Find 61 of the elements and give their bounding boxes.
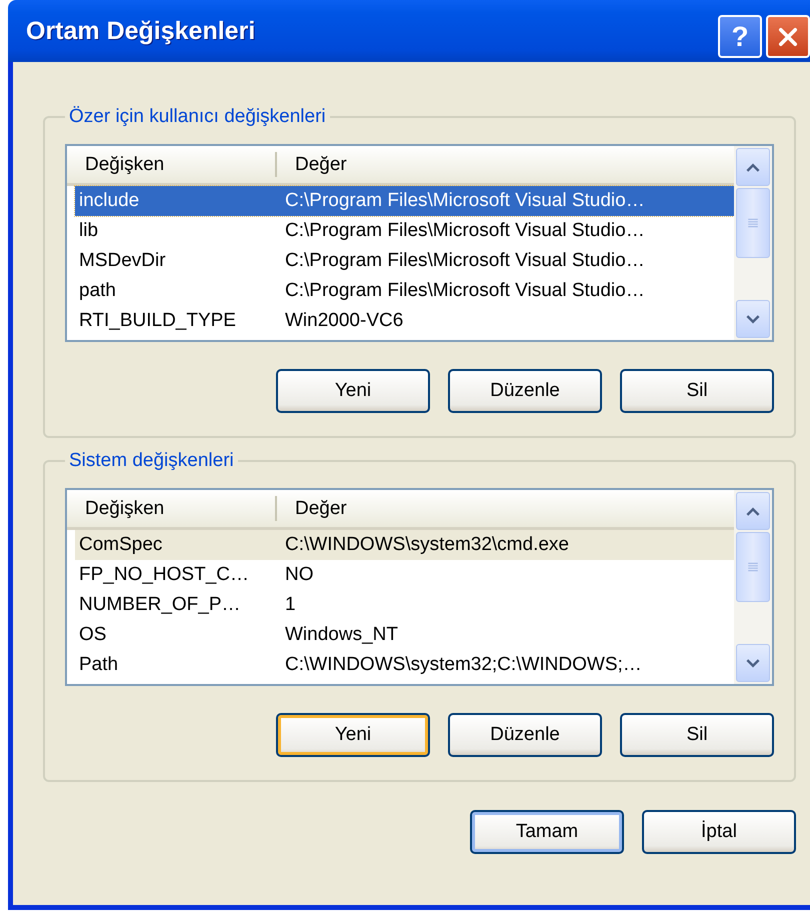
action-button[interactable]: Yeni	[276, 369, 430, 413]
variable-name: RTI_BUILD_TYPE	[78, 310, 237, 332]
column-header[interactable]: Değer	[277, 146, 734, 183]
list-row[interactable]: NUMBER_OF_P… 1	[75, 590, 734, 620]
window-title: Ortam Değişkenleri	[26, 16, 256, 46]
close-button[interactable]	[766, 15, 810, 58]
scroll-up-button[interactable]	[736, 148, 770, 186]
grip-icon	[747, 562, 759, 572]
chevron-up-icon	[746, 506, 760, 516]
list-row[interactable]: RTI_BUILD_TYPE Win2000-VC6	[75, 306, 734, 336]
action-button[interactable]: Sil	[620, 369, 774, 413]
list-row[interactable]: lib C:\Program Files\Microsoft Visual Studio…	[75, 216, 734, 246]
variable-value: C:\Program Files\Microsoft Visual Studio…	[284, 190, 646, 212]
help-button[interactable]: ?	[718, 15, 762, 58]
action-button[interactable]: Yeni	[276, 713, 430, 757]
chevron-down-icon	[746, 314, 760, 324]
list-row[interactable]: path C:\Program Files\Microsoft Visual Studio…	[75, 276, 734, 306]
scroll-thumb[interactable]	[736, 188, 770, 258]
variable-name: ComSpec	[78, 534, 164, 556]
variable-value: Windows_NT	[284, 624, 399, 646]
variable-name: OS	[78, 624, 108, 646]
variable-name: MSDevDir	[78, 250, 167, 272]
dialog-button[interactable]: İptal	[642, 810, 796, 854]
column-header[interactable]: Değer	[277, 490, 734, 527]
variable-name: NUMBER_OF_P…	[78, 594, 242, 616]
variable-value: Win2000-VC6	[284, 310, 404, 332]
variable-value: C:\WINDOWS\system32;C:\WINDOWS;…	[284, 654, 643, 676]
list-row[interactable]: FP_NO_HOST_C… NO	[75, 560, 734, 590]
list-row[interactable]: include C:\Program Files\Microsoft Visual Studio…	[75, 186, 734, 216]
group-title: Sistem değişkenleri	[68, 450, 235, 472]
variable-value: NO	[284, 564, 314, 586]
variable-value: C:\Program Files\Microsoft Visual Studio…	[284, 220, 646, 242]
scroll-down-button[interactable]	[736, 300, 770, 338]
variable-name: Path	[78, 654, 120, 676]
grip-icon	[747, 218, 759, 228]
variable-value: C:\Program Files\Microsoft Visual Studio…	[284, 250, 646, 272]
action-button[interactable]: Düzenle	[448, 369, 602, 413]
column-header[interactable]: Değişken	[67, 152, 277, 177]
list-row[interactable]: Path C:\WINDOWS\system32;C:\WINDOWS;…	[75, 650, 734, 680]
scroll-down-button[interactable]	[736, 644, 770, 682]
scroll-thumb[interactable]	[736, 532, 770, 602]
variable-value: C:\Program Files\Microsoft Visual Studio…	[284, 280, 646, 302]
action-button[interactable]: Sil	[620, 713, 774, 757]
variable-value: C:\WINDOWS\system32\cmd.exe	[284, 534, 570, 556]
group-title: Özer için kullanıcı değişkenleri	[68, 106, 327, 128]
scrollbar[interactable]	[734, 146, 772, 340]
variable-name: include	[78, 190, 140, 212]
variable-name: FP_NO_HOST_C…	[78, 564, 250, 586]
list-row[interactable]: OS Windows_NT	[75, 620, 734, 650]
chevron-up-icon	[746, 162, 760, 172]
list-row[interactable]: MSDevDir C:\Program Files\Microsoft Visual Studio…	[75, 246, 734, 276]
variable-name: lib	[78, 220, 100, 242]
variable-value: 1	[284, 594, 297, 616]
action-button[interactable]: Düzenle	[448, 713, 602, 757]
chevron-down-icon	[746, 658, 760, 668]
list-row[interactable]: ComSpec C:\WINDOWS\system32\cmd.exe	[75, 530, 734, 560]
variable-name: path	[78, 280, 117, 302]
dialog-button[interactable]: Tamam	[470, 810, 624, 854]
column-header[interactable]: Değişken	[67, 496, 277, 521]
scrollbar[interactable]	[734, 490, 772, 684]
scroll-up-button[interactable]	[736, 492, 770, 530]
